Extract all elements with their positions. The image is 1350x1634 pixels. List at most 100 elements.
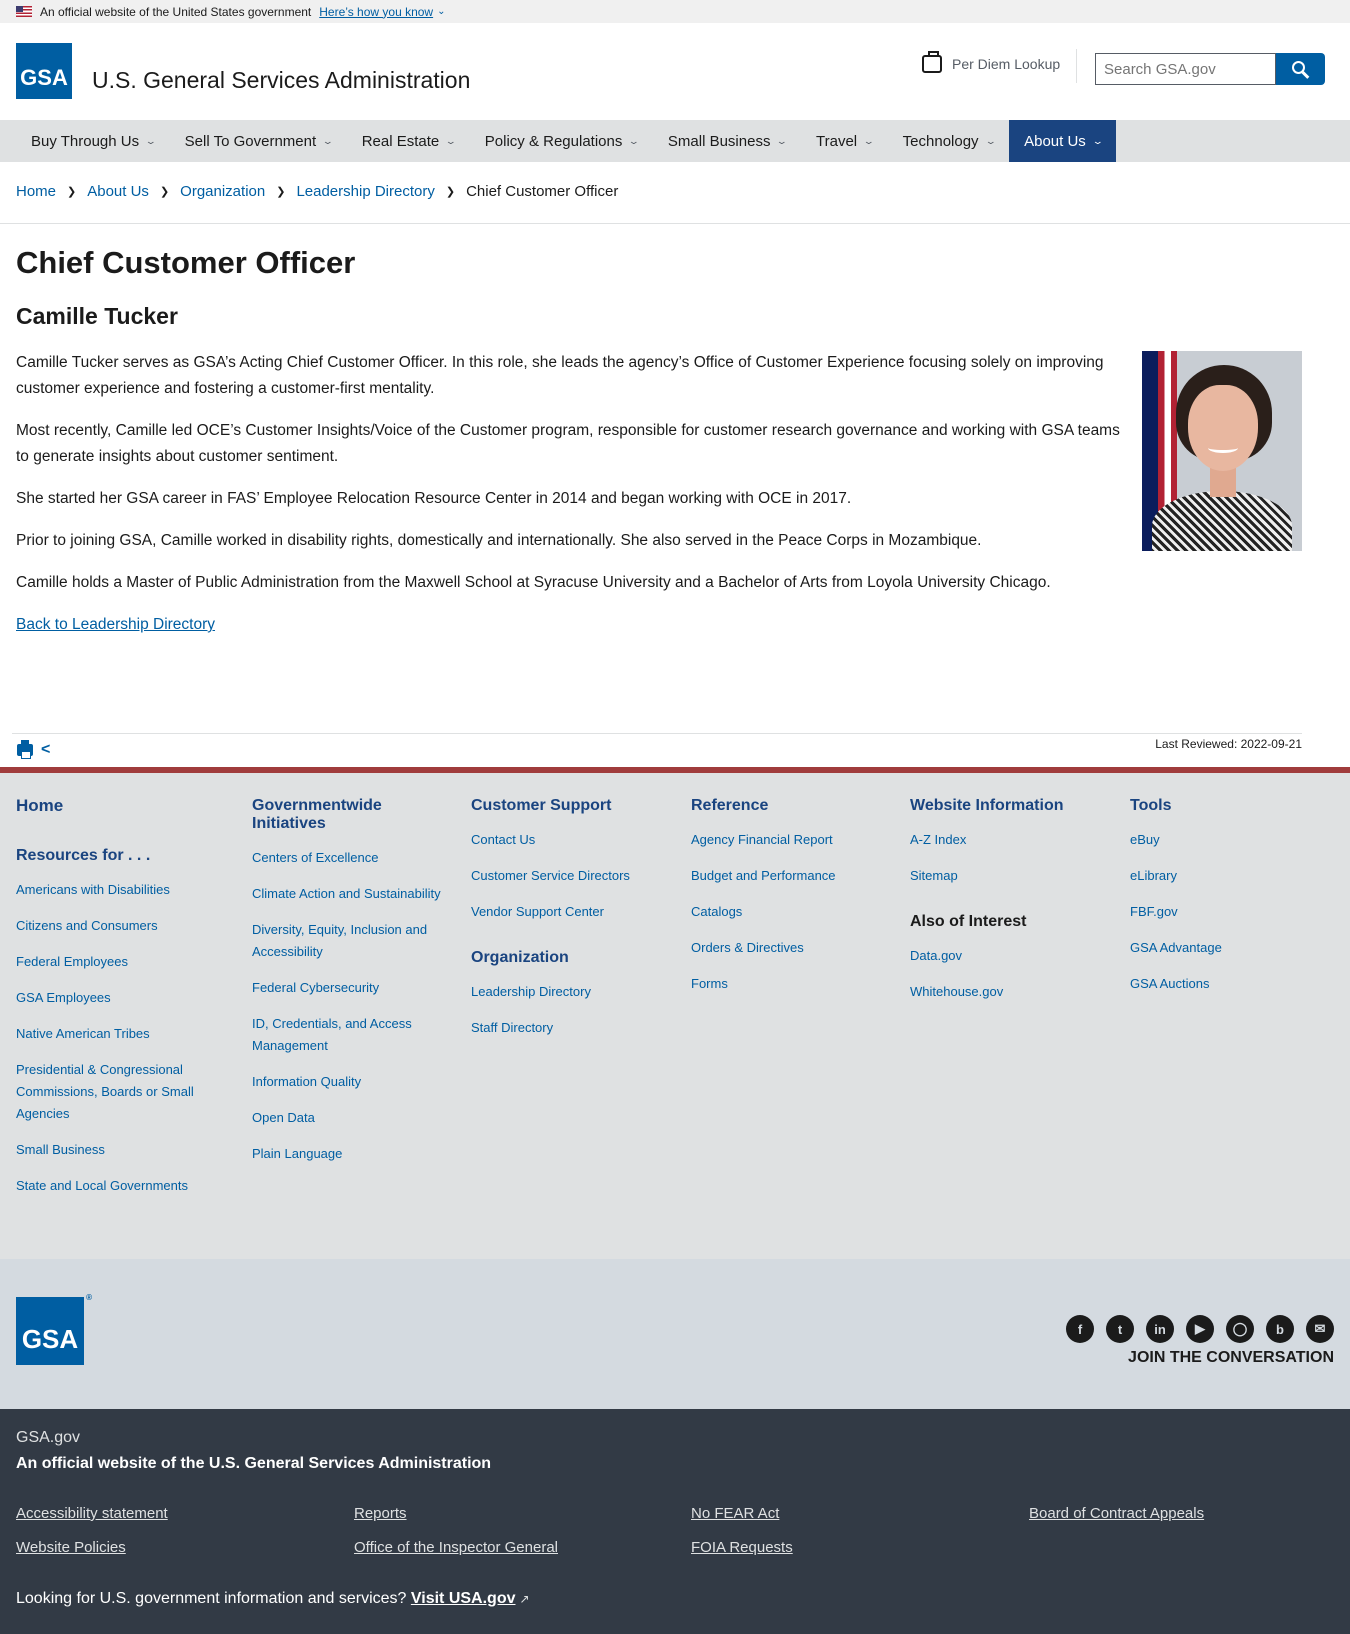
chevron-down-icon: ⌄ — [444, 135, 458, 146]
nav-item-small-business[interactable]: Small Business ⌄ — [653, 120, 801, 162]
footer-link[interactable]: State and Local Governments — [16, 1175, 216, 1197]
footer-links: Home Resources for . . . Americans with … — [0, 767, 1350, 1259]
footer-link[interactable]: Forms — [691, 973, 891, 995]
no-fear-act-link[interactable]: No FEAR Act — [691, 1505, 779, 1522]
nav-item-sell-to-government[interactable]: Sell To Government ⌄ — [170, 120, 347, 162]
footer-link[interactable]: Budget and Performance — [691, 865, 891, 887]
footer-link[interactable]: Catalogs — [691, 901, 891, 923]
nav-item-travel[interactable]: Travel ⌄ — [801, 120, 888, 162]
footer-link[interactable]: GSA Employees — [16, 987, 216, 1009]
site-title[interactable]: U.S. General Services Administration — [92, 67, 470, 94]
chevron-right-icon: ❯ — [67, 186, 77, 198]
footer-link[interactable]: Climate Action and Sustainability — [252, 883, 442, 905]
footer-link[interactable]: Diversity, Equity, Inclusion and Accessi… — [252, 919, 442, 963]
chevron-right-icon: ❯ — [159, 186, 170, 198]
footer-col-home: Home Resources for . . . Americans with … — [16, 797, 216, 1211]
footer-link[interactable]: Data.gov — [910, 945, 1110, 967]
footer-link[interactable]: Staff Directory — [471, 1017, 671, 1039]
footer-site-name[interactable]: GSA.gov — [16, 1429, 80, 1447]
footer-col-title: Organization — [471, 949, 569, 966]
footer-col-title: Tools — [1130, 797, 1172, 814]
footer-link[interactable]: FBF.gov — [1130, 901, 1330, 923]
accessibility-link[interactable]: Accessibility statement — [16, 1505, 168, 1522]
per-diem-lookup-link[interactable]: Per Diem Lookup — [922, 51, 1060, 73]
footer-link[interactable]: Small Business — [16, 1139, 216, 1161]
foia-requests-link[interactable]: FOIA Requests — [691, 1539, 793, 1556]
how-you-know-link[interactable]: Here’s how you know — [319, 5, 433, 19]
footer-link[interactable]: GSA Auctions — [1130, 973, 1330, 995]
footer-link[interactable]: Native American Tribes — [16, 1023, 216, 1045]
footer-link[interactable]: Plain Language — [252, 1143, 442, 1165]
inspector-general-link[interactable]: Office of the Inspector General — [354, 1539, 558, 1556]
facebook-icon[interactable]: f — [1066, 1315, 1094, 1343]
chevron-down-icon: ⌄ — [984, 135, 997, 146]
reports-link[interactable]: Reports — [354, 1505, 407, 1522]
footer-col-website-info: Website Information A-Z Index Sitemap Al… — [910, 797, 1110, 1017]
footer-link[interactable]: Leadership Directory — [471, 981, 671, 1003]
chevron-down-icon: ⌄ — [144, 135, 157, 146]
chevron-down-icon[interactable]: ⌄ — [437, 6, 445, 17]
search-input[interactable] — [1095, 53, 1276, 85]
chevron-right-icon: ❯ — [445, 186, 456, 198]
linkedin-icon[interactable]: in — [1146, 1315, 1174, 1343]
gsa-logo[interactable]: GSA — [16, 43, 72, 99]
breadcrumb-leadership-directory[interactable]: Leadership Directory — [296, 183, 434, 200]
board-of-contract-appeals-link[interactable]: Board of Contract Appeals — [1029, 1505, 1204, 1522]
footer-link[interactable]: GSA Advantage — [1130, 937, 1330, 959]
breadcrumb: Home ❯ About Us ❯ Organization ❯ Leaders… — [16, 183, 618, 200]
bio-paragraph: Camille holds a Master of Public Adminis… — [16, 574, 1051, 591]
footer-link[interactable]: Open Data — [252, 1107, 442, 1129]
footer-link[interactable]: Citizens and Consumers — [16, 915, 216, 937]
breadcrumb-home[interactable]: Home — [16, 183, 56, 200]
chevron-down-icon: ⌄ — [1091, 135, 1104, 146]
footer-link[interactable]: ID, Credentials, and Access Management — [252, 1013, 442, 1057]
nav-label: Buy Through Us — [31, 132, 140, 150]
nav-item-real-estate[interactable]: Real Estate ⌄ — [347, 120, 470, 162]
instagram-icon[interactable]: ◯ — [1226, 1315, 1254, 1343]
bio-paragraph: Most recently, Camille led OCE’s Custome… — [16, 422, 1120, 465]
search-button[interactable] — [1276, 53, 1325, 85]
print-icon[interactable] — [17, 740, 33, 759]
search-icon — [1292, 60, 1305, 74]
footer-link[interactable]: Agency Financial Report — [691, 829, 891, 851]
footer-col-customer-support: Customer Support Contact Us Customer Ser… — [471, 797, 671, 1053]
footer-link[interactable]: Contact Us — [471, 829, 671, 851]
chevron-down-icon: ⌄ — [628, 135, 641, 146]
twitter-icon[interactable]: t — [1106, 1315, 1134, 1343]
breadcrumb-about-us[interactable]: About Us — [87, 183, 149, 200]
footer-link[interactable]: Vendor Support Center — [471, 901, 671, 923]
footer-link[interactable]: Sitemap — [910, 865, 1110, 887]
breadcrumb-organization[interactable]: Organization — [180, 183, 265, 200]
footer-link[interactable]: Centers of Excellence — [252, 847, 442, 869]
nav-item-policy-regulations[interactable]: Policy & Regulations ⌄ — [470, 120, 653, 162]
chevron-down-icon: ⌄ — [862, 135, 875, 146]
blog-icon[interactable]: b — [1266, 1315, 1294, 1343]
visit-usa-gov-link[interactable]: Visit USA.gov — [411, 1590, 516, 1607]
chevron-down-icon: ⌄ — [321, 135, 334, 146]
portrait-photo — [1142, 351, 1302, 551]
footer-link[interactable]: Whitehouse.gov — [910, 981, 1110, 1003]
footer-link[interactable]: Federal Cybersecurity — [252, 977, 442, 999]
nav-item-technology[interactable]: Technology ⌄ — [888, 120, 1009, 162]
footer-gsa-logo[interactable]: GSA ® — [16, 1293, 92, 1365]
nav-item-buy-through-us[interactable]: Buy Through Us ⌄ — [16, 120, 170, 162]
footer-official-text: An official website of the U.S. General … — [16, 1455, 492, 1472]
website-policies-link[interactable]: Website Policies — [16, 1539, 126, 1556]
youtube-icon[interactable]: ▶ — [1186, 1315, 1214, 1343]
nav-item-about-us[interactable]: About Us ⌄ — [1009, 120, 1117, 162]
footer-link[interactable]: eLibrary — [1130, 865, 1330, 887]
footer-col-initiatives: Governmentwide Initiatives Centers of Ex… — [252, 797, 442, 1179]
footer-link[interactable]: Americans with Disabilities — [16, 879, 216, 901]
footer-link[interactable]: A-Z Index — [910, 829, 1110, 851]
back-to-leadership-link[interactable]: Back to Leadership Directory — [16, 616, 215, 633]
footer-link[interactable]: eBuy — [1130, 829, 1330, 851]
nav-label: Policy & Regulations — [484, 132, 623, 150]
footer-home-link[interactable]: Home — [16, 797, 216, 815]
footer-link[interactable]: Federal Employees — [16, 951, 216, 973]
footer-link[interactable]: Presidential & Congressional Commissions… — [16, 1059, 216, 1125]
footer-link[interactable]: Customer Service Directors — [471, 865, 671, 887]
footer-link[interactable]: Information Quality — [252, 1071, 442, 1093]
share-icon[interactable]: < — [41, 741, 50, 759]
footer-link[interactable]: Orders & Directives — [691, 937, 891, 959]
email-icon[interactable]: ✉ — [1306, 1315, 1334, 1343]
